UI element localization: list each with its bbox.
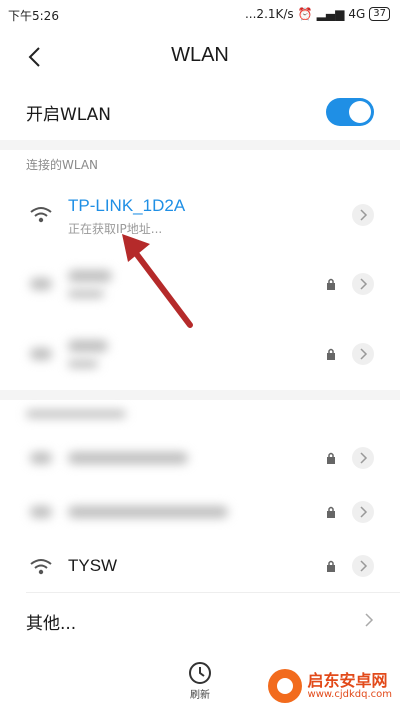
divider xyxy=(26,592,400,593)
blurred-network-status xyxy=(68,360,98,368)
wlan-toggle-label: 开启WLAN xyxy=(26,105,112,125)
watermark-url: www.cjdkdq.com xyxy=(307,688,392,700)
chevron-right-icon xyxy=(360,278,368,290)
available-network-row[interactable] xyxy=(0,486,400,538)
other-networks-label: 其他... xyxy=(26,614,77,634)
connected-section-label: 连接的WLAN xyxy=(26,158,99,172)
toggle-knob xyxy=(349,101,371,123)
blurred-wifi-icon xyxy=(30,278,52,290)
chevron-right-icon xyxy=(360,348,368,360)
page-header: WLAN xyxy=(0,30,400,84)
refresh-label: 刷新 xyxy=(190,690,210,701)
wlan-toggle-row[interactable]: 开启WLAN xyxy=(0,84,400,140)
section-gap xyxy=(0,390,400,400)
blurred-network-name xyxy=(68,452,188,464)
network-details-button[interactable] xyxy=(352,447,374,469)
network-details-button[interactable] xyxy=(352,204,374,226)
lock-icon xyxy=(327,560,335,572)
available-network-name: TYSW xyxy=(68,556,118,575)
network-details-button[interactable] xyxy=(352,273,374,295)
blurred-section-label xyxy=(26,410,126,418)
watermark: 启东安卓网 www.cjdkdq.com xyxy=(267,669,392,703)
blurred-network-name xyxy=(68,270,112,282)
blurred-network-status xyxy=(68,290,104,298)
lock-icon xyxy=(327,278,335,290)
battery-indicator: 37 xyxy=(369,7,390,21)
wifi-icon xyxy=(30,207,52,223)
chevron-right-icon xyxy=(360,209,368,221)
network-speed: ...2.1K/s xyxy=(244,7,294,21)
lock-icon xyxy=(327,452,335,464)
network-details-button[interactable] xyxy=(352,555,374,577)
annotation-arrow-icon xyxy=(122,234,193,328)
blurred-network-name xyxy=(68,340,108,352)
section-gap xyxy=(0,140,400,150)
blurred-wifi-icon xyxy=(30,348,52,360)
chevron-right-icon xyxy=(360,452,368,464)
available-network-row[interactable]: TYSW xyxy=(0,540,400,592)
network-details-button[interactable] xyxy=(352,501,374,523)
bottom-bar: 刷新 启东安卓网 www.cjdkdq.com xyxy=(0,648,400,711)
watermark-logo-icon xyxy=(267,669,302,703)
wlan-toggle-switch[interactable] xyxy=(326,98,374,126)
refresh-icon xyxy=(189,662,211,684)
blurred-wifi-icon xyxy=(30,506,52,518)
network-details-button[interactable] xyxy=(352,343,374,365)
page-title: WLAN xyxy=(171,44,229,66)
chevron-right-icon xyxy=(360,506,368,518)
blurred-network-name xyxy=(68,506,228,518)
available-network-row[interactable] xyxy=(0,432,400,484)
status-right: ...2.1K/s ⏰ ▂▄▆ 4G 37 xyxy=(245,7,390,21)
other-networks-row[interactable]: 其他... xyxy=(0,594,400,646)
signal-icon: ▂▄▆ xyxy=(316,7,345,21)
alarm-icon: ⏰ xyxy=(297,7,313,21)
chevron-right-icon xyxy=(365,613,374,627)
blurred-wifi-icon xyxy=(30,452,52,464)
connected-section-header: 连接的WLAN xyxy=(0,150,400,180)
lock-icon xyxy=(327,348,335,360)
watermark-brand: 启东安卓网 xyxy=(307,670,388,690)
connected-network-name: TP-LINK_1D2A xyxy=(68,196,186,215)
wifi-icon xyxy=(30,559,52,575)
lock-icon xyxy=(327,506,335,518)
chevron-right-icon xyxy=(360,560,368,572)
available-section-header xyxy=(0,400,400,430)
status-bar: 下午5:26 ...2.1K/s ⏰ ▂▄▆ 4G 37 xyxy=(0,0,400,30)
network-type: 4G xyxy=(348,7,366,21)
status-time: 下午5:26 xyxy=(8,9,59,23)
